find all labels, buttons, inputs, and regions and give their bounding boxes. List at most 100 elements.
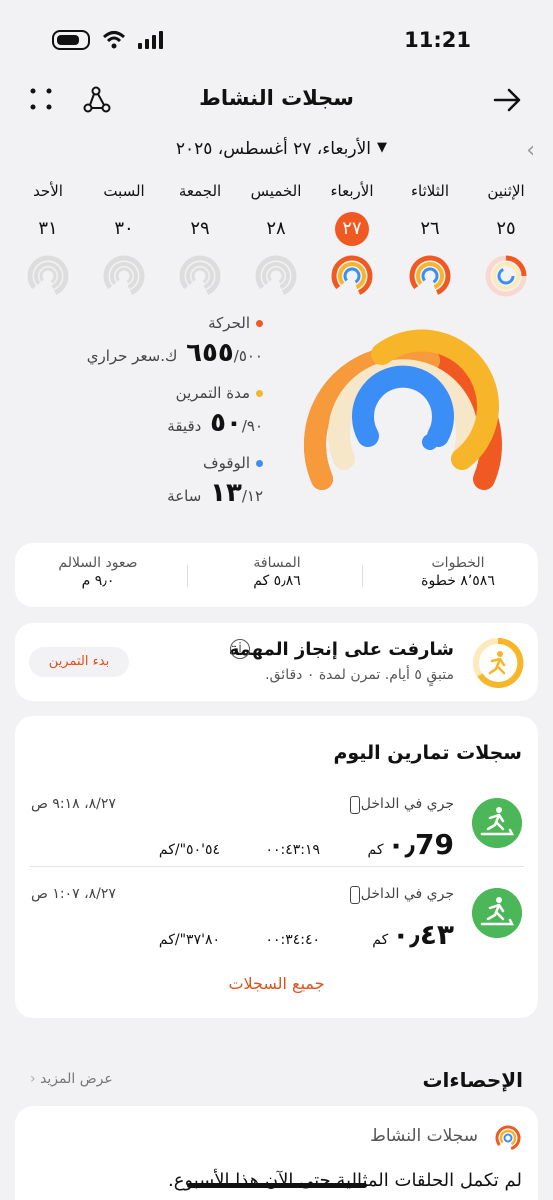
status-bar: 11:21: [0, 24, 553, 58]
metric-value: ٦٥٥: [186, 338, 234, 368]
divider: [29, 866, 524, 867]
info-icon[interactable]: i: [230, 639, 250, 659]
day-number: ٢٨: [266, 218, 286, 239]
activity-rings-icon: [485, 255, 527, 297]
chevron-left-icon: ‹: [30, 1071, 36, 1087]
day-wed[interactable]: الأربعاء ٢٧: [317, 182, 387, 302]
stat-value: ٩٫٠ م: [81, 573, 115, 589]
share-icon[interactable]: [80, 84, 112, 116]
workout-row[interactable]: جري في الداخل ٨/٢٧، ٩:١٨ ص ٠٫79كم ٠٠:٤٣:…: [15, 792, 538, 876]
activity-rings-icon: [255, 255, 297, 297]
day-fri[interactable]: الجمعة ٢٩: [165, 182, 235, 302]
stat-label: المسافة: [253, 555, 301, 571]
distance-value: ٠٫٤٣: [392, 918, 454, 951]
statistics-heading: الإحصاءات: [422, 1068, 523, 1092]
daily-stats-card[interactable]: الخطوات ٨٬٥٨٦ خطوة المسافة ٥٫٨٦ كم صعود …: [15, 543, 538, 607]
date-selector[interactable]: › الأربعاء، ٢٧ أغسطس، ٢٠٢٥ ▼: [0, 136, 553, 166]
task-title: شارفت على إنجاز المهمة: [228, 639, 454, 660]
distance-unit: كم: [367, 842, 384, 858]
workouts-title: سجلات تمارين اليوم: [333, 742, 522, 764]
day-name: الأربعاء: [330, 182, 374, 200]
divider: [187, 565, 188, 587]
date-label: الأربعاء، ٢٧ أغسطس، ٢٠٢٥: [175, 139, 371, 159]
task-subtitle: متبقٍ ٥ أيام. تمرن لمدة ٠ دقائق.: [265, 667, 454, 683]
activity-rings-icon: [179, 255, 221, 297]
stat-value: ٨٬٥٨٦ خطوة: [421, 573, 495, 589]
header: سجلات النشاط: [0, 80, 553, 120]
treadmill-icon: [472, 888, 522, 938]
caret-down-icon[interactable]: ▼: [377, 140, 387, 155]
metric-value: ١٣: [210, 478, 242, 508]
all-records-link[interactable]: جميع السجلات: [15, 974, 538, 993]
metric-stand[interactable]: الوقوف ١٣/١٢ ساعة: [167, 454, 263, 508]
metric-label: الحركة: [208, 314, 250, 332]
workout-pace: ٥٤'٥٠"/كم: [158, 842, 220, 858]
workout-row[interactable]: جري في الداخل ٨/٢٧، ١:٠٧ ص ٠٫٤٣كم ٠٠:٣٤:…: [15, 882, 538, 966]
move-ring-cap-icon: [475, 473, 491, 489]
activity-rings-icon: [103, 255, 145, 297]
show-more-link[interactable]: عرض المزيد ‹: [30, 1071, 113, 1087]
statistics-card-title: سجلات النشاط: [370, 1126, 478, 1146]
week-strip: الإثنين ٢٥ الثلاثاء ٢٦ الأربعاء ٢٧ الخمي…: [0, 182, 553, 297]
wifi-icon: [102, 31, 126, 49]
chevron-left-icon[interactable]: ›: [526, 138, 535, 163]
day-name: الأحد: [33, 182, 63, 200]
day-sat[interactable]: السبت ٣٠: [89, 182, 159, 302]
more-dots-icon[interactable]: [28, 86, 54, 112]
day-number: ٢٥: [496, 218, 516, 239]
activity-rings-icon: [27, 255, 69, 297]
workouts-card: سجلات تمارين اليوم جري في الداخل ٨/٢٧، ٩…: [15, 716, 538, 1018]
signal-icon: [138, 31, 163, 49]
workout-pace: ٨٠'٣٧"/كم: [158, 932, 220, 948]
stat-distance: المسافة ٥٫٨٦ كم: [197, 555, 357, 589]
day-name: السبت: [103, 182, 145, 200]
day-number: ٣٠: [114, 218, 134, 239]
day-tue[interactable]: الثلاثاء ٢٦: [395, 182, 465, 302]
watch-icon: [350, 886, 360, 904]
day-mon[interactable]: الإثنين ٢٥: [471, 182, 541, 302]
metric-exercise[interactable]: مدة التمرين ٥٠/٩٠ دقيقة: [167, 384, 263, 438]
day-sun[interactable]: الأحد ٣١: [13, 182, 83, 302]
move-dot: [256, 319, 263, 327]
day-name: الخميس: [250, 182, 302, 200]
day-name: الإثنين: [487, 182, 525, 200]
workout-name: جري في الداخل: [360, 796, 454, 812]
metric-move[interactable]: الحركة ٦٥٥/٥٠٠ ك.سعر حراري: [87, 314, 263, 368]
show-more-label: عرض المزيد: [40, 1071, 113, 1087]
activity-rings-icon: [331, 255, 373, 297]
workout-distance: ٠٫٤٣كم: [372, 918, 454, 951]
workout-date: ٨/٢٧، ١:٠٧ ص: [31, 886, 116, 902]
day-name: الجمعة: [178, 182, 222, 200]
status-icons: [52, 30, 163, 50]
workout-name: جري في الداخل: [360, 886, 454, 902]
stat-steps: الخطوات ٨٬٥٨٦ خطوة: [378, 555, 538, 589]
stand-dot: [256, 459, 263, 467]
activity-rings-icon: [409, 255, 451, 297]
stand-ring-cap-icon: [422, 434, 438, 450]
stat-label: صعود السلالم: [58, 555, 138, 571]
stat-value: ٥٫٨٦ كم: [253, 573, 301, 589]
stand-ring: [352, 365, 454, 447]
exercise-ring-cap-icon: [452, 453, 468, 469]
treadmill-icon: [472, 798, 522, 848]
start-workout-button[interactable]: بدء التمرين: [29, 647, 129, 677]
home-indicator[interactable]: [187, 1183, 367, 1188]
battery-icon: [52, 30, 90, 50]
day-number: ٢٦: [420, 218, 440, 239]
metric-goal: /٥٠٠ ك.سعر حراري: [86, 347, 263, 365]
task-card[interactable]: شارفت على إنجاز المهمة i متبقٍ ٥ أيام. ت…: [15, 623, 538, 701]
distance-value: ٠٫79: [387, 828, 454, 861]
distance-unit: كم: [372, 932, 389, 948]
activity-summary: الحركة ٦٥٥/٥٠٠ ك.سعر حراري مدة التمرين ٥…: [0, 310, 553, 520]
workout-date: ٨/٢٧، ٩:١٨ ص: [31, 796, 116, 812]
metric-label: الوقوف: [203, 454, 250, 472]
day-thu[interactable]: الخميس ٢٨: [241, 182, 311, 302]
status-time: 11:21: [404, 28, 471, 52]
day-number: ٢٩: [190, 218, 210, 239]
workout-distance: ٠٫79كم: [368, 828, 455, 861]
workout-duration: ٠٠:٣٤:٤٠: [265, 932, 320, 948]
stat-floors: صعود السلالم ٩٫٠ م: [18, 555, 178, 589]
metric-value: ٥٠: [210, 408, 242, 438]
activity-rings-large[interactable]: [300, 314, 506, 500]
runner-progress-icon: [473, 637, 524, 688]
